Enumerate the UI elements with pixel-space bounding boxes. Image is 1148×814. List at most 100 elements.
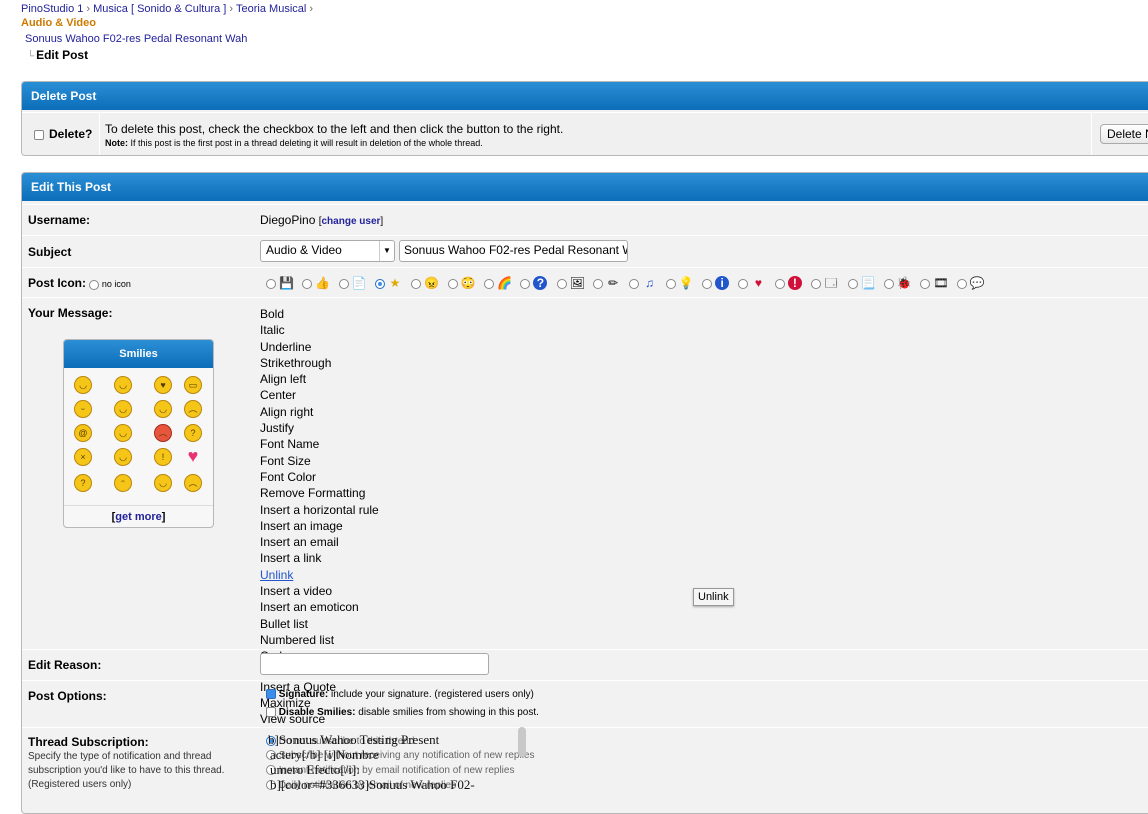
page-title: └ Edit Post xyxy=(27,48,89,62)
post-icon-radio[interactable] xyxy=(738,278,749,289)
editor-horizontal-rule[interactable]: Insert a horizontal rule xyxy=(260,502,379,518)
music-icon: ♫ xyxy=(644,275,654,290)
change-user-link[interactable]: change user xyxy=(322,216,381,227)
post-icon-radio[interactable] xyxy=(520,278,531,289)
smiley-icon[interactable]: ︵ xyxy=(184,474,202,492)
smiley-icon[interactable]: ◡ xyxy=(74,376,92,394)
smiley-icon[interactable]: @ xyxy=(74,424,92,442)
post-icon-radio[interactable] xyxy=(484,278,495,289)
post-icon-radio[interactable] xyxy=(847,278,858,289)
smiley-icon[interactable]: ◡ xyxy=(114,448,132,466)
smiley-icon[interactable]: ᵕ xyxy=(74,400,92,418)
editor-bullet-list[interactable]: Bullet list xyxy=(260,616,379,632)
editor-numbered-list[interactable]: Numbered list xyxy=(260,632,379,648)
editor-insert-emoticon[interactable]: Insert an emoticon xyxy=(260,599,379,615)
smiley-icon[interactable]: ! xyxy=(154,448,172,466)
editor-justify[interactable]: Justify xyxy=(260,420,379,436)
smiley-icon[interactable]: ◡ xyxy=(114,376,132,394)
heart-icon: ♥ xyxy=(754,275,763,290)
signature-option: Signature: include your signature. (regi… xyxy=(266,689,534,700)
edit-reason-input[interactable] xyxy=(260,653,489,675)
smiley-icon[interactable]: ◡ xyxy=(154,400,172,418)
get-more-link[interactable]: [get more] xyxy=(64,505,213,523)
editor-unlink[interactable]: Unlink xyxy=(260,567,379,583)
post-icon-radio[interactable] xyxy=(920,278,931,289)
editor-remove-formatting[interactable]: Remove Formatting xyxy=(260,485,379,501)
post-icon-radio[interactable] xyxy=(266,278,276,289)
post-icon-radio[interactable] xyxy=(302,278,313,289)
post-icon-radio[interactable] xyxy=(593,278,604,289)
post-icon-radio[interactable] xyxy=(774,278,785,289)
smiley-icon[interactable]: ♥ xyxy=(154,376,172,394)
smiley-icon[interactable]: ◡ xyxy=(154,474,172,492)
post-icon-radio[interactable] xyxy=(556,278,567,289)
delete-checkbox[interactable] xyxy=(34,130,44,140)
editor-italic[interactable]: Italic xyxy=(260,322,379,338)
editor-source-line: actery[/b] [i]Nombre xyxy=(270,747,379,762)
smilies-panel: Smilies ◡ ◡ ♥ ▭ ᵕ ◡ ◡ ︵ @ ◡ ︵ ? × ◡ ! ♥ … xyxy=(63,339,214,528)
post-icon-radio[interactable] xyxy=(629,278,640,289)
breadcrumb-forum-musica[interactable]: Musica [ Sonido & Cultura ] xyxy=(93,3,226,15)
editor-insert-email[interactable]: Insert an email xyxy=(260,534,379,550)
post-icon-radio[interactable] xyxy=(665,278,676,289)
edit-post-header: Edit This Post xyxy=(22,173,1148,201)
editor-underline[interactable]: Underline xyxy=(260,339,379,355)
editor-insert-link[interactable]: Insert a link xyxy=(260,550,379,566)
smiley-icon[interactable]: ︵ xyxy=(184,400,202,418)
editor-strikethrough[interactable]: Strikethrough xyxy=(260,355,379,371)
no-icon-radio[interactable] xyxy=(89,279,100,290)
disable-smilies-checkbox[interactable] xyxy=(266,707,276,718)
post-icon-radio[interactable] xyxy=(338,278,349,289)
rainbow-icon: 🌈 xyxy=(497,275,513,290)
editor-font-color[interactable]: Font Color xyxy=(260,469,379,485)
breadcrumb: PinoStudio 1 › Musica [ Sonido & Cultura ]… xyxy=(21,3,314,29)
post-icon-radio[interactable] xyxy=(702,278,713,289)
document-icon: 📄 xyxy=(351,275,367,290)
post-icon-options: 💾 👍 📄 ★ 😠 😳 🌈 ? 🖼 ✏ ♫ 💡 i ♥ ! 🗔 📃 🐞 🎞 💬 xyxy=(266,275,990,290)
editor-bold[interactable]: Bold xyxy=(260,306,379,322)
breadcrumb-thread[interactable]: Sonuus Wahoo F02-res Pedal Resonant Wah xyxy=(25,33,247,45)
post-icon-radio[interactable] xyxy=(811,278,822,289)
chat-icon: 💬 xyxy=(969,275,985,290)
smiley-icon[interactable]: × xyxy=(74,448,92,466)
smiley-icon[interactable]: ? xyxy=(74,474,92,492)
exclamation-icon: ! xyxy=(787,275,802,290)
editor-insert-video[interactable]: Insert a video xyxy=(260,583,379,599)
post-icon-radio-selected[interactable] xyxy=(375,278,386,289)
subject-prefix-select[interactable]: Audio & Video ▼ xyxy=(260,240,395,262)
editor-center[interactable]: Center xyxy=(260,387,379,403)
smiley-icon[interactable]: ᵔ xyxy=(114,474,132,492)
angry-icon: 😠 xyxy=(424,275,440,290)
editor-align-right[interactable]: Align right xyxy=(260,404,379,420)
editor-align-left[interactable]: Align left xyxy=(260,371,379,387)
smiley-icon[interactable]: ? xyxy=(184,424,202,442)
smiley-icon[interactable]: ︵ xyxy=(154,424,172,442)
edit-reason-label: Edit Reason: xyxy=(28,658,102,672)
post-icon-radio[interactable] xyxy=(447,278,458,289)
smilies-header: Smilies xyxy=(64,340,213,368)
heart-icon[interactable]: ♥ xyxy=(184,447,202,466)
post-options-label: Post Options: xyxy=(28,689,107,703)
editor-font-size[interactable]: Font Size xyxy=(260,453,379,469)
post-icon-label: Post Icon: no icon xyxy=(28,276,131,290)
smiley-icon[interactable]: ◡ xyxy=(114,424,132,442)
delete-post-button[interactable]: Delete N xyxy=(1100,124,1148,144)
delete-post-header: Delete Post xyxy=(22,82,1148,110)
breadcrumb-home[interactable]: PinoStudio 1 xyxy=(21,3,83,15)
editor-scrollbar[interactable] xyxy=(518,727,526,757)
smiley-icon[interactable]: ◡ xyxy=(114,400,132,418)
breadcrumb-current-forum[interactable]: Audio & Video xyxy=(21,17,96,29)
post-icon-radio[interactable] xyxy=(956,278,967,289)
info-icon: i xyxy=(715,275,730,290)
signature-checkbox[interactable] xyxy=(266,689,276,700)
smiley-icon[interactable]: ▭ xyxy=(184,376,202,394)
post-icon-radio[interactable] xyxy=(883,278,894,289)
breadcrumb-forum-teoria[interactable]: Teoria Musical xyxy=(236,3,306,15)
editor-insert-image[interactable]: Insert an image xyxy=(260,518,379,534)
post-icon-radio[interactable] xyxy=(411,278,422,289)
chevron-down-icon: ▼ xyxy=(379,241,394,261)
editor-source-line: umero Efecto[/i]: xyxy=(270,762,360,777)
editor-toolbar-menu-overflow: Insert a Quote Maximize View source xyxy=(260,679,336,727)
editor-font-name[interactable]: Font Name xyxy=(260,436,379,452)
subject-input[interactable]: Sonuus Wahoo F02-res Pedal Resonant Wa xyxy=(399,240,628,262)
